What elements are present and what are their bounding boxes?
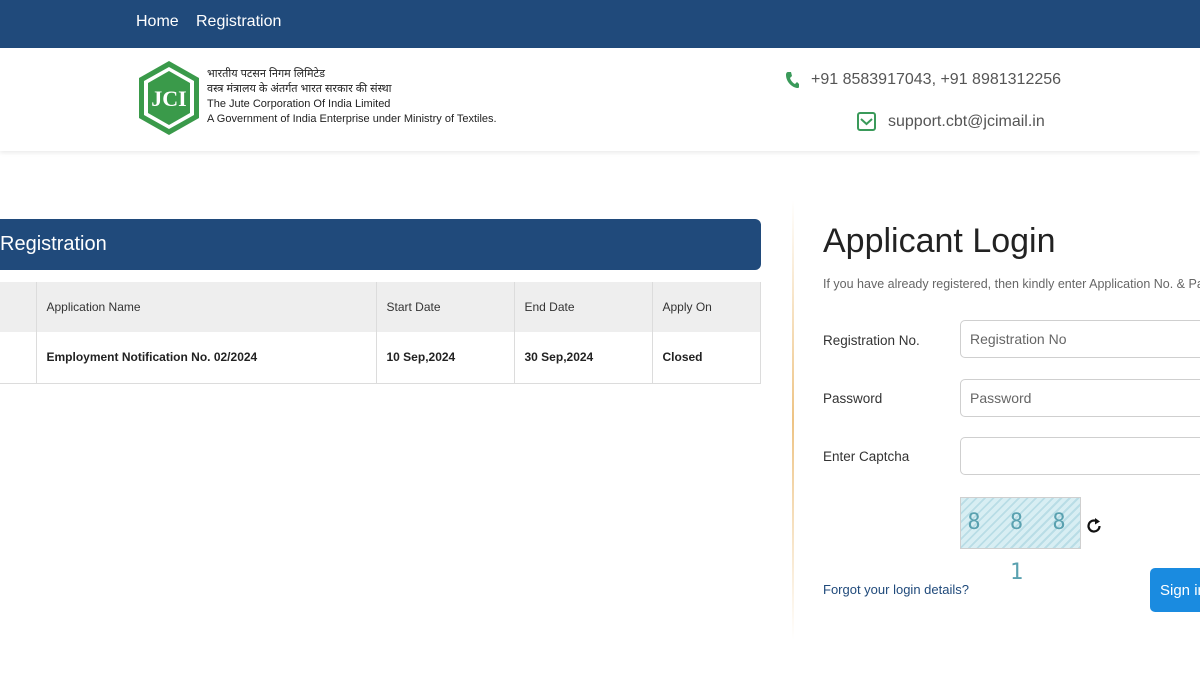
top-navbar: Home Registration: [0, 0, 1200, 48]
table-header-start-date: Start Date: [376, 282, 515, 332]
site-header: JCI भारतीय पटसन निगम लिमिटेड वस्त्र मंत्…: [0, 48, 1200, 151]
forgot-login-link[interactable]: Forgot your login details?: [823, 582, 969, 597]
section-divider: [792, 200, 794, 640]
table-cell-end-date: 30 Sep,2024: [514, 332, 653, 384]
captcha-label: Enter Captcha: [823, 449, 910, 464]
captcha-image: 8 8 8 1: [960, 497, 1081, 585]
org-tagline: A Government of India Enterprise under M…: [207, 113, 497, 125]
registration-table: Application Name Start Date End Date App…: [0, 282, 761, 384]
refresh-icon[interactable]: [1085, 517, 1103, 535]
login-title: Applicant Login: [823, 222, 1056, 260]
table-cell-apply-status: Closed: [652, 332, 761, 384]
password-input[interactable]: [960, 379, 1200, 417]
organization-info: भारतीय पटसन निगम लिमिटेड वस्त्र मंत्रालय…: [207, 67, 497, 127]
org-hindi-subtitle: वस्त्र मंत्रालय के अंतर्गत भारत सरकार की…: [207, 83, 392, 95]
table-header-row: Application Name Start Date End Date App…: [0, 282, 761, 332]
registration-panel-header: Registration: [0, 219, 761, 270]
login-subtitle: If you have already registered, then kin…: [823, 277, 1200, 291]
registration-no-label: Registration No.: [823, 333, 920, 348]
nav-home-link[interactable]: Home: [136, 13, 179, 31]
table-header-end-date: End Date: [514, 282, 653, 332]
table-header-application-name: Application Name: [36, 282, 377, 332]
sign-in-button[interactable]: Sign in: [1150, 568, 1200, 612]
registration-no-input[interactable]: [960, 320, 1200, 358]
table-row: Employment Notification No. 02/2024 10 S…: [0, 332, 761, 384]
captcha-input[interactable]: [960, 437, 1200, 475]
table-cell-application-name: Employment Notification No. 02/2024: [36, 332, 377, 384]
contact-phone: +91 8583917043, +91 8981312256: [811, 71, 1062, 88]
logo-text: JCI: [151, 86, 186, 111]
table-cell-start-date: 10 Sep,2024: [376, 332, 515, 384]
phone-icon: [786, 72, 799, 88]
org-hindi-name: भारतीय पटसन निगम लिमिटेड: [207, 68, 325, 80]
org-english-name: The Jute Corporation Of India Limited: [207, 98, 391, 110]
envelope-icon: [857, 112, 876, 131]
jci-logo: JCI: [139, 61, 199, 135]
table-header-index: [0, 282, 37, 332]
table-header-apply-on: Apply On: [652, 282, 761, 332]
registration-title: Registration: [0, 233, 107, 255]
password-label: Password: [823, 391, 883, 406]
contact-email[interactable]: support.cbt@jcimail.in: [888, 113, 1045, 131]
table-cell-index: [0, 332, 37, 384]
nav-registration-link[interactable]: Registration: [196, 13, 281, 31]
